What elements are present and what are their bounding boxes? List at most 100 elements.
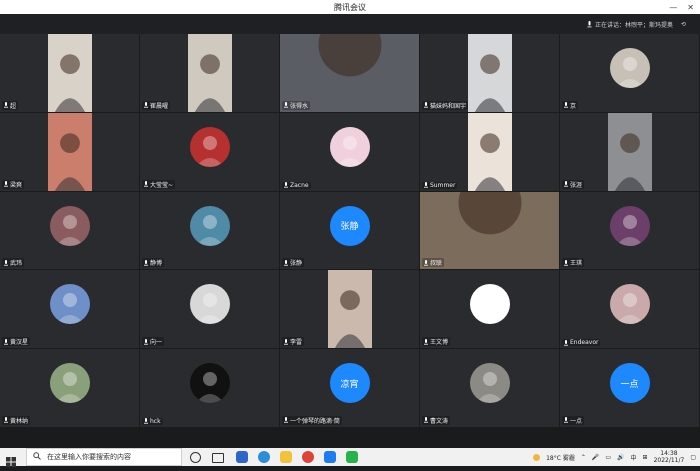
participant-tile[interactable]: 一点 一点 <box>560 349 700 428</box>
tencent-meeting-icon[interactable] <box>324 451 336 463</box>
participant-avatar <box>469 284 510 325</box>
participant-tile[interactable]: 叔联 <box>420 191 560 271</box>
participant-name-label: 黄汉星 <box>2 337 31 347</box>
participant-tile[interactable]: 李雷 <box>280 270 420 350</box>
participant-tile[interactable]: 王文博 <box>420 270 560 350</box>
participant-name-label: 京 <box>562 100 579 110</box>
participant-tile[interactable]: 凉宵 一个弹琴的路滴·筒 <box>280 349 420 428</box>
participant-name: 梁爽 <box>10 181 23 189</box>
mic-icon <box>4 102 8 108</box>
participant-tile[interactable]: 武玮 <box>0 191 140 271</box>
window-title-bar: 腾讯会议 <box>0 0 700 14</box>
participant-tile[interactable]: 黄汉星 <box>0 270 140 350</box>
grid-app-icon[interactable]: ⊞ <box>643 454 648 461</box>
participant-tile[interactable]: 向一 <box>140 270 280 350</box>
participant-tile[interactable]: 曹文涛 <box>420 349 560 428</box>
minimize-icon[interactable]: — <box>669 3 677 12</box>
participant-name: Zacne <box>290 181 309 189</box>
mic-icon <box>144 418 148 425</box>
participant-tile[interactable]: 张得水 <box>280 34 420 113</box>
participant-avatar: 一点 <box>609 363 650 404</box>
participant-name: 崔晨曜 <box>150 102 169 110</box>
chevron-up-icon[interactable]: ⌃ <box>581 454 586 461</box>
file-explorer-icon[interactable] <box>280 451 292 463</box>
task-view-icon[interactable] <box>190 452 201 463</box>
participant-tile[interactable]: 梁爽 <box>0 112 140 192</box>
participant-tile[interactable]: 静博 <box>140 191 280 271</box>
mic-icon <box>424 182 428 188</box>
weather-text: 18°C 雾霾 <box>546 454 575 462</box>
mic-icon <box>564 102 568 108</box>
participant-name-label: 超 <box>2 100 19 110</box>
participant-avatar <box>609 48 650 88</box>
view-toggle-icon[interactable]: ⟲ <box>681 21 686 28</box>
search-icon <box>33 452 41 462</box>
mic-icon <box>4 181 8 187</box>
participant-name: 王文博 <box>430 339 449 347</box>
mic-icon <box>284 182 288 188</box>
network-icon[interactable]: ▭ <box>605 454 611 461</box>
participant-name-label: 黄林纳 <box>2 415 31 425</box>
participant-name: 武玮 <box>10 260 23 268</box>
participant-name-label: 一点 <box>562 415 585 425</box>
multitask-icon[interactable] <box>212 453 224 463</box>
chrome-icon[interactable] <box>302 451 314 463</box>
participant-tile[interactable]: 超 <box>0 34 140 113</box>
participant-name-label: 梁爽 <box>2 179 25 189</box>
participant-tile[interactable]: 黄林纳 <box>0 349 140 428</box>
participant-tile[interactable]: 猫妹妈和国宇 <box>420 34 560 113</box>
windows-start-icon[interactable] <box>6 452 16 467</box>
participant-grid: 超 崔晨曜 张得水 猫妹妈和国宇 京梁爽 大莹莹~ Zacne Summer 张涯武玮 静博 张静张… <box>0 34 700 428</box>
meeting-top-bar: 正在讲话：林煦平；斯玛提奥 ⟲ <box>0 14 700 34</box>
participant-name: Endeavor <box>570 339 599 347</box>
participant-tile[interactable]: 崔晨曜 <box>140 34 280 113</box>
participant-name: 一点 <box>570 417 583 425</box>
clock[interactable]: 14:38 2022/11/7 <box>654 450 685 464</box>
participant-name-label: 武玮 <box>2 258 25 268</box>
wechat-icon[interactable] <box>346 451 358 463</box>
mic-icon <box>4 338 8 345</box>
participant-tile[interactable]: Endeavor <box>560 270 700 350</box>
volume-icon[interactable]: 🔊 <box>617 454 624 461</box>
close-icon[interactable]: ✕ <box>687 3 694 12</box>
mic-icon <box>284 338 288 345</box>
mic-icon <box>284 417 288 424</box>
ime-indicator[interactable]: 中 <box>631 453 637 462</box>
mic-icon <box>564 417 568 424</box>
participant-name-label: 张得水 <box>282 100 311 110</box>
participant-tile[interactable]: 张静 张静 <box>280 191 420 271</box>
participant-name-label: 向一 <box>142 337 165 347</box>
mic-tray-icon[interactable]: 🎤 <box>592 454 599 461</box>
participant-video <box>47 34 92 112</box>
mic-icon <box>144 259 148 266</box>
participant-tile[interactable]: 京 <box>560 34 700 113</box>
participant-tile[interactable]: 张涯 <box>560 112 700 192</box>
weather-icon <box>533 453 541 461</box>
participant-tile[interactable]: 王琪 <box>560 191 700 271</box>
taskbar-search-box[interactable]: 在这里输入你要搜索的内容 <box>26 448 182 466</box>
participant-tile[interactable]: Zacne <box>280 112 420 192</box>
mic-icon <box>587 21 592 28</box>
participant-video <box>47 112 92 191</box>
participant-name-label: 大莹莹~ <box>142 179 176 189</box>
participant-name-label: Endeavor <box>562 339 601 347</box>
participant-name: 猫妹妈和国宇 <box>430 102 467 110</box>
participant-tile[interactable]: 大莹莹~ <box>140 112 280 192</box>
window-title: 腾讯会议 <box>334 2 366 12</box>
participant-tile[interactable]: hck <box>140 349 280 428</box>
participant-avatar <box>609 205 650 246</box>
participant-name-label: Summer <box>422 181 458 189</box>
participant-avatar <box>49 205 90 246</box>
notification-icon[interactable]: ▢ <box>690 454 696 461</box>
participant-tile[interactable]: Summer <box>420 112 560 192</box>
participant-name: 大莹莹~ <box>150 181 174 189</box>
participant-video <box>187 34 232 112</box>
participant-name-label: 猫妹妈和国宇 <box>422 100 469 110</box>
participant-avatar <box>189 363 230 404</box>
participant-name: 超 <box>10 102 17 110</box>
participant-video <box>607 112 652 191</box>
edge-browser-icon[interactable] <box>258 451 270 463</box>
search-app-icon[interactable] <box>236 451 248 463</box>
participant-name-label: 叔联 <box>422 258 445 268</box>
participant-video <box>467 112 512 191</box>
